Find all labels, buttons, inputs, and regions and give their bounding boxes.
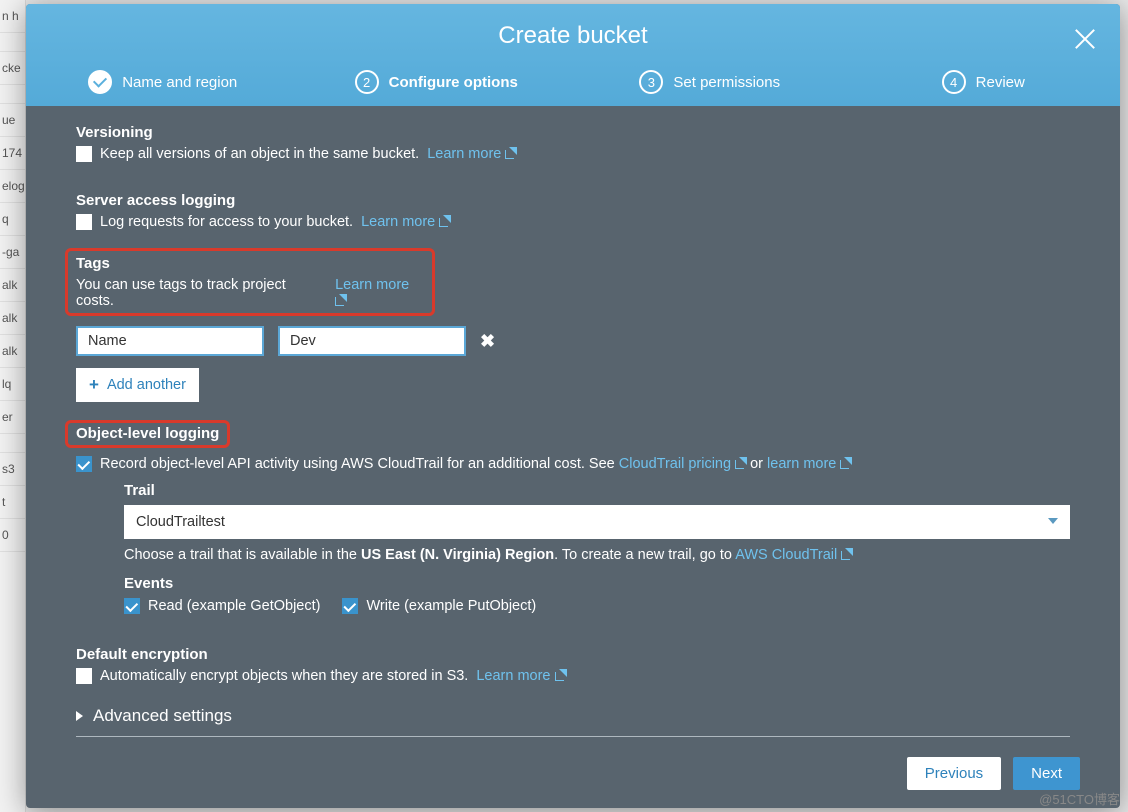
external-link-icon — [335, 295, 346, 306]
advanced-settings-toggle[interactable]: Advanced settings — [76, 706, 1070, 737]
trail-helper-text: Choose a trail that is available in the … — [124, 547, 1070, 563]
tags-section-highlight: Tags You can use tags to track project c… — [65, 248, 435, 316]
caret-right-icon — [76, 711, 83, 721]
logging-learn-more-link[interactable]: Learn more — [361, 214, 450, 230]
trail-select[interactable]: CloudTrailtest — [124, 505, 1070, 539]
add-another-tag-button[interactable]: + Add another — [76, 368, 199, 402]
step-configure-options[interactable]: 2 Configure options — [300, 70, 574, 94]
events-write-label: Write (example PutObject) — [366, 598, 536, 614]
tags-desc: You can use tags to track project costs. — [76, 277, 327, 309]
create-bucket-modal: Create bucket Name and region 2 Configur… — [26, 4, 1120, 808]
close-icon[interactable] — [1072, 26, 1098, 52]
cloudtrail-pricing-link[interactable]: CloudTrail pricing — [619, 456, 746, 472]
trail-label: Trail — [124, 482, 1070, 499]
wizard-steps: Name and region 2 Configure options 3 Se… — [26, 64, 1120, 106]
tag-value-input[interactable] — [278, 326, 466, 356]
modal-header: Create bucket Name and region 2 Configur… — [26, 4, 1120, 106]
tags-title: Tags — [76, 255, 424, 272]
events-read-checkbox[interactable] — [124, 598, 140, 614]
object-logging-learn-more-link[interactable]: learn more — [767, 456, 851, 472]
versioning-checkbox[interactable] — [76, 146, 92, 162]
versioning-learn-more-link[interactable]: Learn more — [427, 146, 516, 162]
events-label: Events — [124, 575, 1070, 592]
remove-tag-icon[interactable]: ✖ — [480, 331, 495, 352]
modal-title: Create bucket — [26, 22, 1120, 64]
plus-icon: + — [89, 375, 99, 395]
external-link-icon — [840, 458, 851, 469]
object-logging-checkbox[interactable] — [76, 456, 92, 472]
object-logging-title: Object-level logging — [76, 425, 219, 442]
logging-desc: Log requests for access to your bucket. — [100, 214, 353, 230]
object-logging-desc: Record object-level API activity using A… — [100, 456, 619, 472]
encryption-title: Default encryption — [76, 646, 1070, 663]
encryption-checkbox[interactable] — [76, 668, 92, 684]
encryption-learn-more-link[interactable]: Learn more — [476, 668, 565, 684]
step-name-region[interactable]: Name and region — [26, 70, 300, 94]
step-review[interactable]: 4 Review — [847, 70, 1121, 94]
check-icon — [88, 70, 112, 94]
events-read-label: Read (example GetObject) — [148, 598, 320, 614]
tags-learn-more-link[interactable]: Learn more — [335, 277, 424, 309]
step-number-icon: 3 — [639, 70, 663, 94]
external-link-icon — [735, 458, 746, 469]
modal-body: Versioning Keep all versions of an objec… — [26, 106, 1120, 743]
tag-key-input[interactable] — [76, 326, 264, 356]
step-set-permissions[interactable]: 3 Set permissions — [573, 70, 847, 94]
trail-config: Trail CloudTrailtest Choose a trail that… — [124, 482, 1070, 614]
step-number-icon: 2 — [355, 70, 379, 94]
step-number-icon: 4 — [942, 70, 966, 94]
object-logging-highlight: Object-level logging — [65, 420, 230, 448]
logging-title: Server access logging — [76, 192, 1070, 209]
external-link-icon — [439, 216, 450, 227]
encryption-desc: Automatically encrypt objects when they … — [100, 668, 468, 684]
external-link-icon — [555, 670, 566, 681]
background-sidebar: n h cke ue174 elogq -gaalk alkalk lqer s… — [0, 0, 26, 812]
modal-footer: Previous Next — [26, 743, 1120, 808]
external-link-icon — [505, 148, 516, 159]
previous-button[interactable]: Previous — [907, 757, 1001, 790]
versioning-title: Versioning — [76, 124, 1070, 141]
watermark: @51CTO博客 — [1039, 789, 1120, 808]
aws-cloudtrail-link[interactable]: AWS CloudTrail — [735, 547, 852, 563]
external-link-icon — [841, 549, 852, 560]
events-write-checkbox[interactable] — [342, 598, 358, 614]
logging-checkbox[interactable] — [76, 214, 92, 230]
chevron-down-icon — [1048, 518, 1058, 524]
versioning-desc: Keep all versions of an object in the sa… — [100, 146, 419, 162]
next-button[interactable]: Next — [1013, 757, 1080, 790]
